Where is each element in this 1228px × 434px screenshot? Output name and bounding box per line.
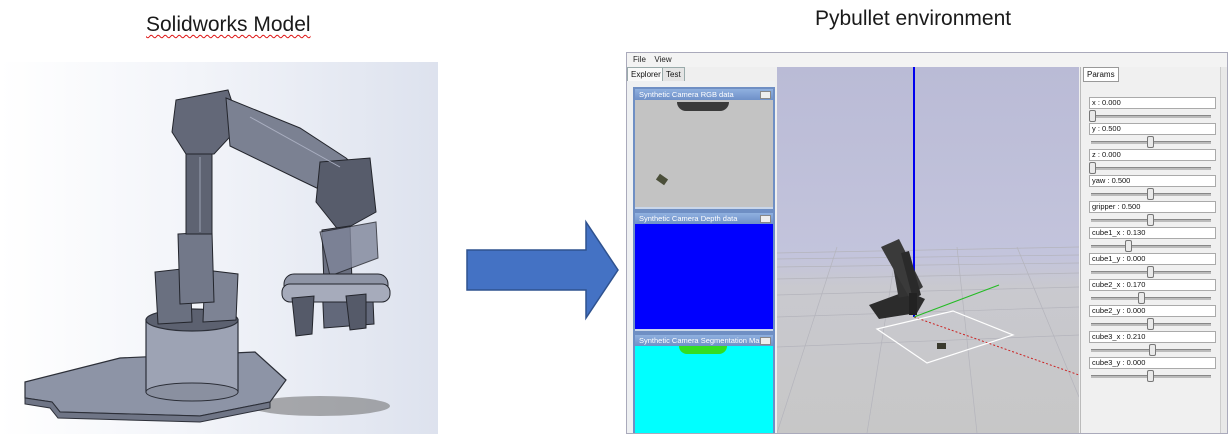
param-label: z : 0.000 — [1089, 149, 1216, 161]
slider-thumb[interactable] — [1147, 188, 1154, 200]
pybullet-window: File View Explorer Test Synthetic Camera… — [626, 52, 1228, 434]
slider-thumb[interactable] — [1147, 318, 1154, 330]
tab-params[interactable]: Params — [1083, 67, 1119, 82]
slider-thumb[interactable] — [1147, 136, 1154, 148]
solidworks-word: Solidworks Model — [146, 13, 311, 36]
slider-thumb[interactable] — [1147, 370, 1154, 382]
param-label: cube3_y : 0.000 — [1089, 357, 1216, 369]
param-label: yaw : 0.500 — [1089, 175, 1216, 187]
camera-seg-image — [635, 346, 773, 433]
param-label: cube2_y : 0.000 — [1089, 305, 1216, 317]
solidworks-title: Solidworks Model — [146, 13, 311, 37]
param-cube1-y: cube1_y : 0.000 — [1089, 253, 1216, 279]
slider-thumb[interactable] — [1147, 214, 1154, 226]
param-yaw: yaw : 0.500 — [1089, 175, 1216, 201]
params-scrollbar[interactable] — [1220, 67, 1227, 433]
menu-file[interactable]: File — [633, 53, 646, 67]
tab-explorer[interactable]: Explorer — [627, 67, 665, 82]
minimize-icon[interactable] — [760, 215, 771, 223]
camera-seg-title: Synthetic Camera Segmentation Mask — [635, 335, 773, 346]
param-cube2-y: cube2_y : 0.000 — [1089, 305, 1216, 331]
param-label: cube1_y : 0.000 — [1089, 253, 1216, 265]
camera-rgb-window: Synthetic Camera RGB data — [633, 87, 775, 211]
param-label: x : 0.000 — [1089, 97, 1216, 109]
param-z: z : 0.000 — [1089, 149, 1216, 175]
param-cube2-x: cube2_x : 0.170 — [1089, 279, 1216, 305]
slider-track — [1091, 297, 1211, 300]
explorer-panel: Synthetic Camera RGB data Synthetic Came… — [627, 81, 775, 433]
camera-depth-title-text: Synthetic Camera Depth data — [639, 214, 738, 223]
param-label: cube2_x : 0.170 — [1089, 279, 1216, 291]
right-arrow-icon — [466, 219, 619, 321]
camera-depth-image — [635, 224, 773, 329]
camera-depth-window: Synthetic Camera Depth data — [633, 211, 775, 333]
menu-view[interactable]: View — [654, 53, 671, 67]
params-panel: Params x : 0.000 y : 0.500 z : 0.000 yaw… — [1080, 67, 1227, 433]
param-y: y : 0.500 — [1089, 123, 1216, 149]
minimize-icon[interactable] — [760, 91, 771, 99]
camera-rgb-title: Synthetic Camera RGB data — [635, 89, 773, 100]
slider-thumb[interactable] — [1147, 266, 1154, 278]
slider-thumb[interactable] — [1149, 344, 1156, 356]
solidworks-render — [0, 62, 438, 434]
param-label: y : 0.500 — [1089, 123, 1216, 135]
slider-thumb[interactable] — [1125, 240, 1132, 252]
camera-seg-title-text: Synthetic Camera Segmentation Mask — [639, 336, 767, 345]
param-gripper: gripper : 0.500 — [1089, 201, 1216, 227]
camera-rgb-title-text: Synthetic Camera RGB data — [639, 90, 734, 99]
pybullet-title-text: Pybullet environment — [815, 7, 1012, 30]
slider-track — [1091, 167, 1211, 170]
tab-test[interactable]: Test — [662, 67, 685, 82]
menu-bar: File View — [627, 53, 1227, 67]
minimize-icon[interactable] — [760, 337, 771, 345]
param-label: cube1_x : 0.130 — [1089, 227, 1216, 239]
slider-thumb[interactable] — [1138, 292, 1145, 304]
robot-arm-cad-image — [24, 89, 391, 423]
slider-thumb[interactable] — [1089, 110, 1096, 122]
param-cube3-x: cube3_x : 0.210 — [1089, 331, 1216, 357]
3d-viewport[interactable] — [777, 67, 1079, 433]
slider-track — [1091, 115, 1211, 118]
camera-depth-title: Synthetic Camera Depth data — [635, 213, 773, 224]
camera-rgb-image — [635, 100, 773, 207]
slider-thumb[interactable] — [1089, 162, 1096, 174]
param-cube1-x: cube1_x : 0.130 — [1089, 227, 1216, 253]
viewport-scene — [777, 67, 1079, 433]
pybullet-title: Pybullet environment — [815, 7, 1011, 31]
slider-track — [1091, 245, 1211, 248]
camera-segmentation-window: Synthetic Camera Segmentation Mask — [633, 333, 775, 433]
param-label: gripper : 0.500 — [1089, 201, 1216, 213]
param-label: cube3_x : 0.210 — [1089, 331, 1216, 343]
param-cube3-y: cube3_y : 0.000 — [1089, 357, 1216, 383]
param-x: x : 0.000 — [1089, 97, 1216, 123]
